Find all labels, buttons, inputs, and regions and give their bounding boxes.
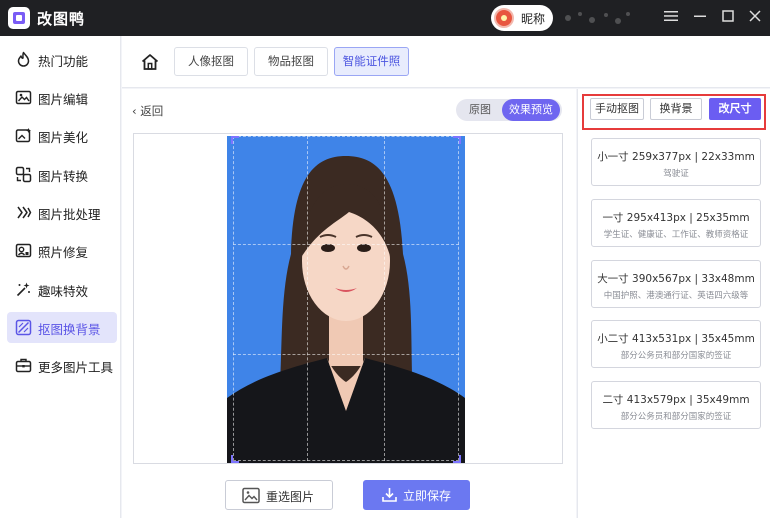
image-icon (242, 487, 260, 504)
size-label: 小二寸 413x531px | 35x45mm (597, 333, 755, 345)
sidebar-item-edit[interactable]: 图片编辑 (7, 82, 117, 113)
title-bar: 改图鸭 昵称 (0, 0, 770, 36)
sidebar-item-label: 趣味特效 (38, 284, 89, 299)
sidebar: 热门功能 图片编辑 图片美化 图片转换 图片批处理 照片修复 趣味特效 抠图换背… (0, 36, 121, 518)
back-button[interactable]: ‹ 返回 (132, 103, 163, 119)
crop-guide (233, 354, 459, 355)
avatar (494, 8, 514, 28)
sidebar-item-label: 更多图片工具 (38, 360, 114, 375)
sidebar-item-label: 图片编辑 (38, 92, 89, 107)
size-label: 一寸 295x413px | 25x35mm (602, 212, 750, 224)
size-label: 二寸 413x579px | 35x49mm (602, 394, 750, 406)
crop-handle[interactable] (231, 455, 239, 463)
save-label: 立即保存 (403, 489, 452, 503)
change-size-button[interactable]: 改尺寸 (709, 98, 761, 120)
feature-tabs: 人像抠图 物品抠图 智能证件照 (122, 36, 770, 88)
sidebar-item-more-tools[interactable]: 更多图片工具 (7, 350, 117, 381)
sidebar-item-batch[interactable]: 图片批处理 (7, 197, 117, 228)
sidebar-item-hot[interactable]: 热门功能 (7, 44, 117, 75)
tab-object-cutout[interactable]: 物品抠图 (254, 47, 328, 76)
crop-guide (307, 136, 385, 461)
size-usage: 中国护照、港澳通行证、英语四六级等 (603, 291, 749, 301)
crop-guide (233, 244, 459, 245)
crop-handle[interactable] (231, 136, 239, 144)
back-label: 返回 (140, 104, 164, 118)
editor-panel: ‹ 返回 原图 效果预览 重选图片 立即保存 (122, 89, 576, 518)
toggle-preview[interactable]: 效果预览 (502, 99, 560, 121)
size-usage: 部分公务员和部分国家的签证 (620, 412, 732, 422)
size-option[interactable]: 小二寸 413x531px | 35x45mm 部分公务员和部分国家的签证 (591, 320, 761, 368)
view-toggle: 原图 效果预览 (456, 99, 562, 121)
id-photo-preview (227, 136, 465, 463)
user-account[interactable]: 昵称 (491, 5, 553, 31)
size-usage: 学生证、健康证、工作证、教师资格证 (603, 230, 749, 240)
minimize-icon[interactable] (690, 8, 710, 28)
repair-icon (15, 243, 32, 258)
toggle-original[interactable]: 原图 (458, 99, 502, 121)
sidebar-item-label: 照片修复 (38, 245, 89, 260)
size-label: 大一寸 390x567px | 33x48mm (597, 273, 755, 285)
convert-icon (15, 166, 32, 183)
home-icon[interactable] (140, 52, 160, 72)
maximize-icon[interactable] (718, 8, 738, 28)
tab-portrait-cutout[interactable]: 人像抠图 (174, 47, 248, 76)
app-title: 改图鸭 (37, 10, 86, 28)
sidebar-item-effects[interactable]: 趣味特效 (7, 274, 117, 305)
size-option[interactable]: 大一寸 390x567px | 33x48mm 中国护照、港澳通行证、英语四六级… (591, 260, 761, 308)
close-icon[interactable] (745, 8, 765, 28)
batch-icon (17, 206, 32, 219)
sidebar-item-label: 图片转换 (38, 169, 89, 184)
sidebar-item-convert[interactable]: 图片转换 (7, 159, 117, 190)
sidebar-item-label: 抠图换背景 (38, 322, 101, 337)
size-usage: 驾驶证 (663, 169, 689, 179)
size-panel: 手动抠图 换背景 改尺寸 小一寸 259x377px | 22x33mm 驾驶证… (577, 89, 770, 518)
sidebar-item-cutout[interactable]: 抠图换背景 (7, 312, 117, 343)
manual-cutout-button[interactable]: 手动抠图 (590, 98, 644, 120)
sidebar-item-label: 图片批处理 (38, 207, 101, 222)
tab-id-photo[interactable]: 智能证件照 (334, 47, 409, 76)
preview-canvas (133, 133, 563, 464)
size-option[interactable]: 一寸 295x413px | 25x35mm 学生证、健康证、工作证、教师资格证 (591, 199, 761, 247)
username: 昵称 (521, 12, 546, 26)
reselect-image-button[interactable]: 重选图片 (225, 480, 333, 510)
flame-icon (17, 51, 30, 67)
toolbox-icon (15, 358, 32, 373)
sidebar-item-repair[interactable]: 照片修复 (7, 235, 117, 266)
size-usage: 部分公务员和部分国家的签证 (620, 351, 732, 361)
crop-handle[interactable] (453, 455, 461, 463)
sparkle-icon (16, 282, 30, 297)
save-now-button[interactable]: 立即保存 (363, 480, 470, 510)
crop-handle[interactable] (453, 136, 461, 144)
reselect-label: 重选图片 (266, 490, 315, 504)
image-edit-icon (15, 90, 32, 105)
sidebar-item-label: 图片美化 (38, 130, 89, 145)
decorative-pattern-icon (565, 12, 630, 24)
image-beautify-icon (15, 128, 31, 143)
sidebar-item-label: 热门功能 (38, 54, 89, 69)
size-label: 小一寸 259x377px | 22x33mm (597, 151, 755, 163)
menu-icon[interactable] (661, 8, 681, 28)
change-background-button[interactable]: 换背景 (650, 98, 702, 120)
download-icon (382, 488, 397, 502)
sidebar-item-beautify[interactable]: 图片美化 (7, 120, 117, 151)
app-logo-icon (8, 7, 30, 29)
size-option[interactable]: 小一寸 259x377px | 22x33mm 驾驶证 (591, 138, 761, 186)
size-option[interactable]: 二寸 413x579px | 35x49mm 部分公务员和部分国家的签证 (591, 381, 761, 429)
cutout-icon (15, 319, 32, 336)
